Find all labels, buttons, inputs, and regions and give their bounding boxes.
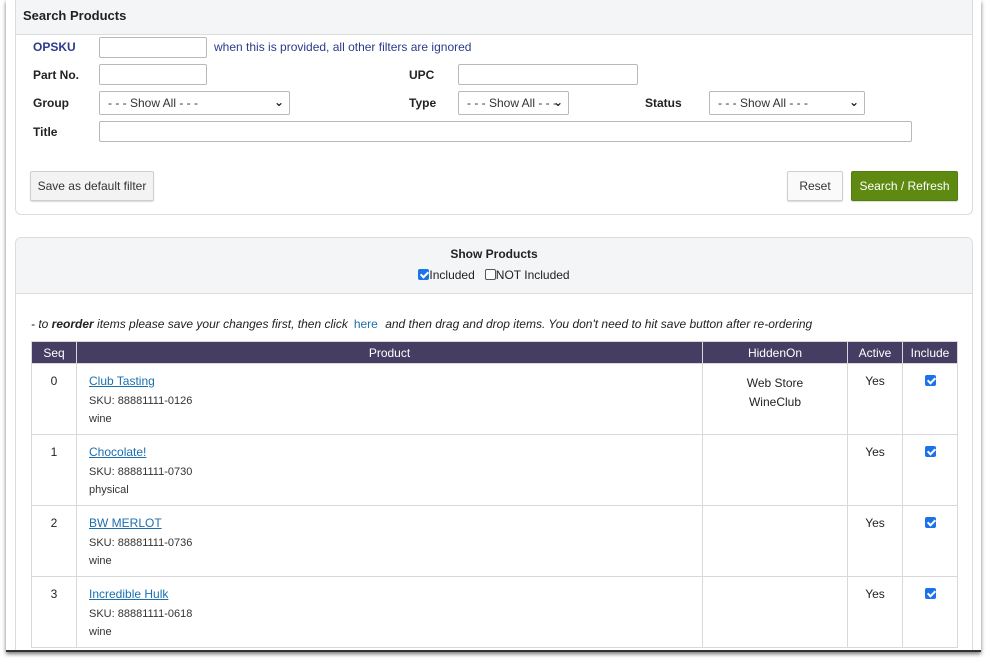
- hiddenon-value: Web Store: [746, 376, 804, 390]
- active-cell: Yes: [847, 576, 903, 648]
- include-cell: [902, 363, 958, 435]
- products-panel-title: Show Products: [450, 247, 538, 261]
- reset-button[interactable]: Reset: [787, 171, 843, 201]
- active-cell: Yes: [847, 363, 903, 435]
- product-cell: BW MERLOT SKU: 88881111-0736 wine: [76, 505, 703, 577]
- include-checkbox[interactable]: [924, 588, 936, 599]
- search-panel-header: Search Products: [16, 0, 972, 35]
- hiddenon-cell: Web Store WineClub: [702, 363, 848, 435]
- upc-input[interactable]: [458, 64, 638, 85]
- table-row[interactable]: 0 Club Tasting SKU: 88881111-0126 wine W…: [31, 363, 958, 435]
- included-label: Included: [429, 268, 475, 282]
- product-filter-options: Included NOT Included: [16, 268, 972, 282]
- product-cell: Incredible Hulk SKU: 88881111-0618 wine: [76, 576, 703, 648]
- opsku-hint: when this is provided, all other filters…: [214, 40, 472, 54]
- product-sku: SKU: 88881111-0730: [89, 466, 193, 478]
- product-link[interactable]: Incredible Hulk: [89, 587, 701, 601]
- column-header-hiddenon[interactable]: HiddenOn: [702, 341, 848, 364]
- products-panel-header: Show Products Included NOT Included: [16, 238, 972, 294]
- group-label: Group: [33, 96, 69, 110]
- group-select[interactable]: - - - Show All - - - ⌄: [99, 91, 290, 115]
- active-cell: Yes: [847, 434, 903, 506]
- hiddenon-cell: [702, 576, 848, 648]
- partno-input[interactable]: [99, 64, 207, 85]
- product-sku: SKU: 88881111-0126: [89, 395, 193, 407]
- table-row[interactable]: 1 Chocolate! SKU: 88881111-0730 physical…: [31, 434, 958, 506]
- upc-label: UPC: [409, 68, 435, 82]
- status-select-value: - - - Show All - - -: [718, 96, 809, 110]
- reorder-mid: items please save your changes first, th…: [93, 317, 348, 331]
- product-link[interactable]: Chocolate!: [89, 445, 701, 459]
- opsku-input[interactable]: [99, 37, 207, 58]
- group-select-value: - - - Show All - - -: [108, 96, 199, 110]
- table-header-row: Seq Product HiddenOn Active Include: [31, 341, 958, 364]
- show-products-panel: Show Products Included NOT Included - to…: [15, 237, 973, 650]
- include-cell: [902, 505, 958, 577]
- include-cell: [902, 576, 958, 648]
- chevron-down-icon: ⌄: [273, 95, 284, 109]
- chevron-down-icon: ⌄: [848, 95, 859, 109]
- product-kind: physical: [89, 484, 129, 496]
- opsku-label: OPSKU: [33, 40, 76, 54]
- search-panel-title: Search Products: [23, 8, 127, 23]
- active-cell: Yes: [847, 505, 903, 577]
- seq-cell: 3: [31, 576, 77, 648]
- column-header-seq[interactable]: Seq: [31, 341, 77, 364]
- reorder-prefix: - to: [31, 317, 52, 331]
- hiddenon-cell: [702, 505, 848, 577]
- product-link[interactable]: BW MERLOT: [89, 516, 701, 530]
- included-checkbox[interactable]: [418, 269, 430, 280]
- product-kind: wine: [89, 555, 112, 567]
- type-select-value: - - - Show All - - -: [467, 96, 558, 110]
- title-input[interactable]: [99, 121, 912, 142]
- hiddenon-value: WineClub: [748, 395, 802, 409]
- include-checkbox[interactable]: [924, 517, 936, 528]
- column-header-include[interactable]: Include: [902, 341, 958, 364]
- include-checkbox[interactable]: [924, 375, 936, 386]
- include-checkbox[interactable]: [924, 446, 936, 457]
- type-select[interactable]: - - - Show All - - - ⌄: [458, 91, 569, 115]
- reorder-keyword: reorder: [51, 317, 94, 331]
- product-sku: SKU: 88881111-0736: [89, 537, 193, 549]
- search-refresh-button[interactable]: Search / Refresh: [851, 171, 958, 201]
- product-kind: wine: [89, 413, 112, 425]
- products-table: Seq Product HiddenOn Active Include 0 Cl…: [31, 341, 958, 648]
- save-default-filter-button[interactable]: Save as default filter: [30, 171, 154, 201]
- product-sku: SKU: 88881111-0618: [89, 608, 193, 620]
- include-cell: [902, 434, 958, 506]
- partno-label: Part No.: [33, 68, 80, 82]
- not-included-checkbox[interactable]: [484, 269, 496, 280]
- seq-cell: 0: [31, 363, 77, 435]
- seq-cell: 1: [31, 434, 77, 506]
- product-kind: wine: [89, 626, 112, 638]
- seq-cell: 2: [31, 505, 77, 577]
- table-row[interactable]: 2 BW MERLOT SKU: 88881111-0736 wine Yes: [31, 505, 958, 577]
- product-cell: Club Tasting SKU: 88881111-0126 wine: [76, 363, 703, 435]
- status-label: Status: [645, 96, 682, 110]
- column-header-active[interactable]: Active: [847, 341, 903, 364]
- type-label: Type: [409, 96, 437, 110]
- title-label: Title: [33, 125, 58, 139]
- table-row[interactable]: 3 Incredible Hulk SKU: 88881111-0618 win…: [31, 576, 958, 648]
- column-header-product[interactable]: Product: [76, 341, 703, 364]
- product-link[interactable]: Club Tasting: [89, 374, 701, 388]
- chevron-down-icon: ⌄: [552, 95, 563, 109]
- hiddenon-cell: [702, 434, 848, 506]
- not-included-label: NOT Included: [495, 268, 570, 282]
- reorder-instructions: - to reorder items please save your chan…: [31, 317, 812, 331]
- product-cell: Chocolate! SKU: 88881111-0730 physical: [76, 434, 703, 506]
- app-frame: Search Products OPSKU when this is provi…: [6, 0, 981, 652]
- search-products-panel: Search Products OPSKU when this is provi…: [15, 0, 973, 215]
- reorder-suffix: and then drag and drop items. You don't …: [381, 317, 813, 331]
- status-select[interactable]: - - - Show All - - - ⌄: [709, 91, 865, 115]
- reorder-here-link[interactable]: here: [354, 317, 378, 331]
